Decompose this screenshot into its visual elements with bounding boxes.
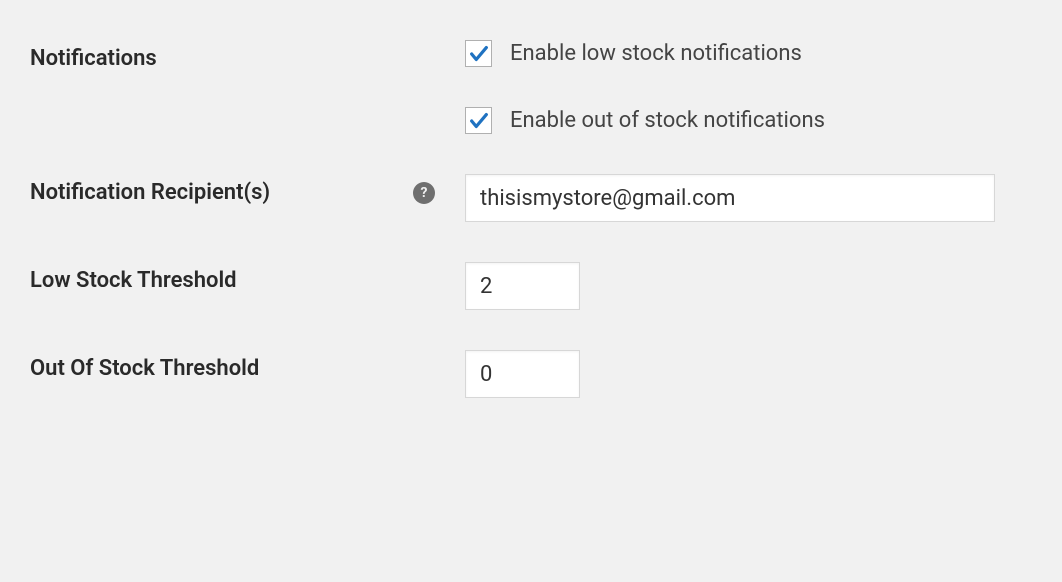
out-of-stock-threshold-row: Out Of Stock Threshold (30, 350, 1032, 398)
low-stock-threshold-controls (465, 262, 1032, 310)
low-stock-threshold-label-col: Low Stock Threshold (30, 262, 465, 293)
help-icon[interactable]: ? (413, 182, 435, 204)
notifications-controls: Enable low stock notifications Enable ou… (465, 40, 1032, 134)
out-of-stock-checkbox-label[interactable]: Enable out of stock notifications (510, 108, 825, 133)
low-stock-checkbox[interactable] (465, 40, 492, 67)
low-stock-threshold-row: Low Stock Threshold (30, 262, 1032, 310)
checkmark-icon (468, 110, 490, 132)
notifications-label-col: Notifications (30, 40, 465, 71)
notifications-label: Notifications (30, 46, 157, 71)
out-of-stock-checkbox-row: Enable out of stock notifications (465, 107, 1032, 134)
out-of-stock-checkbox[interactable] (465, 107, 492, 134)
recipients-label-col: Notification Recipient(s) ? (30, 174, 465, 205)
checkmark-icon (468, 43, 490, 65)
low-stock-threshold-label: Low Stock Threshold (30, 268, 237, 293)
out-of-stock-threshold-label: Out Of Stock Threshold (30, 356, 259, 381)
recipients-label: Notification Recipient(s) (30, 180, 270, 205)
recipients-controls (465, 174, 1032, 222)
recipients-input[interactable] (465, 174, 995, 222)
out-of-stock-threshold-label-col: Out Of Stock Threshold (30, 350, 465, 381)
recipients-row: Notification Recipient(s) ? (30, 174, 1032, 222)
out-of-stock-threshold-input[interactable] (465, 350, 580, 398)
notifications-row: Notifications Enable low stock notificat… (30, 40, 1032, 134)
low-stock-checkbox-label[interactable]: Enable low stock notifications (510, 41, 802, 66)
out-of-stock-threshold-controls (465, 350, 1032, 398)
low-stock-threshold-input[interactable] (465, 262, 580, 310)
low-stock-checkbox-row: Enable low stock notifications (465, 40, 1032, 67)
